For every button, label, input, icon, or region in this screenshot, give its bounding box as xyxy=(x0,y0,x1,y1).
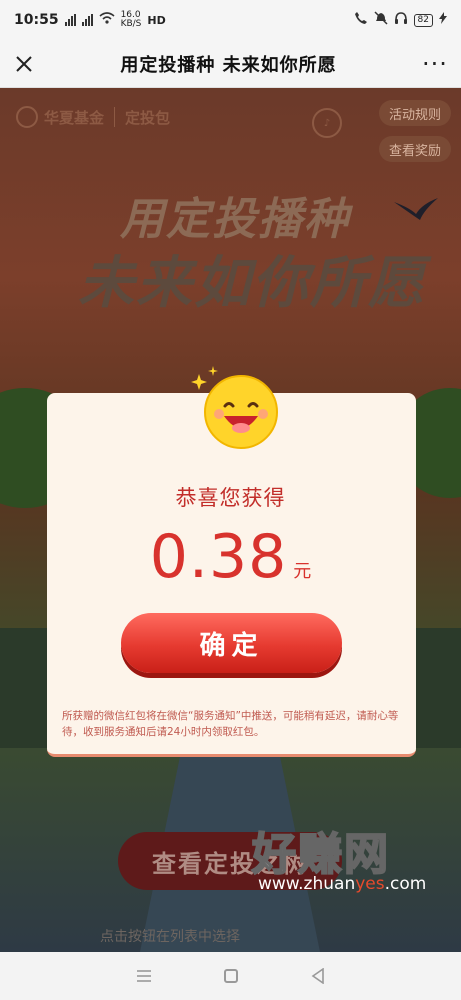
music-toggle-button[interactable]: ♪ xyxy=(312,108,342,138)
slogan-line-2: 未来如你所愿 xyxy=(78,251,426,316)
home-icon xyxy=(223,969,238,983)
brand-sub: 定投包 xyxy=(125,108,171,127)
brand-name: 华夏基金 xyxy=(44,108,105,127)
laughing-emoji-icon xyxy=(191,366,278,449)
amount-value: 0.38 xyxy=(149,522,288,592)
mute-icon xyxy=(374,11,388,29)
watermark-url: www.zhuanyes.com xyxy=(258,874,427,894)
music-icon: ♪ xyxy=(323,117,331,129)
system-nav-bar xyxy=(0,952,461,1000)
close-button[interactable] xyxy=(0,40,48,88)
page-title: 用定投播种 未来如你所愿 xyxy=(120,54,337,76)
hd-indicator: HD xyxy=(147,13,166,27)
signal-icon-2 xyxy=(81,14,93,26)
brand-logo-icon xyxy=(16,106,38,128)
hint-text: 点击按钮在列表中选择 xyxy=(100,929,240,945)
watermark-logo: 好赚网 xyxy=(251,828,390,881)
charging-icon xyxy=(439,12,447,28)
amount-unit: 元 xyxy=(293,561,312,582)
nav-bar: 用定投播种 未来如你所愿 ··· xyxy=(0,40,461,88)
net-speed: 16.0 KB/S xyxy=(120,10,142,29)
reward-amount: 0.38 元 xyxy=(0,522,461,592)
wifi-icon xyxy=(99,12,115,28)
notice-text: 所获赠的微信红包将在微信“服务通知”中推送，可能稍有延迟，请耐心等待，收到服务通… xyxy=(62,710,399,738)
close-icon xyxy=(16,55,32,72)
brand-divider xyxy=(114,107,116,127)
home-nav-button[interactable] xyxy=(221,966,241,986)
view-prize-button[interactable]: 查看奖励 xyxy=(378,136,451,162)
menu-nav-button[interactable] xyxy=(134,966,154,986)
confirm-button[interactable]: 确定 xyxy=(121,613,342,673)
headset-icon xyxy=(394,11,408,29)
status-bar: 10:55 16.0 KB/S HD 82 xyxy=(0,0,461,40)
swallow-bird-icon xyxy=(394,198,438,220)
menu-icon xyxy=(136,970,151,982)
more-icon: ··· xyxy=(422,49,448,78)
modal-title: 恭喜您获得 xyxy=(175,486,286,510)
rules-button[interactable]: 活动规则 xyxy=(378,100,451,126)
back-icon xyxy=(311,968,324,984)
battery-icon: 82 xyxy=(413,13,433,27)
more-button[interactable]: ··· xyxy=(409,40,461,88)
signal-icon xyxy=(64,14,76,26)
call-icon xyxy=(354,11,368,29)
back-nav-button[interactable] xyxy=(308,966,328,986)
brand-header: 华夏基金 定投包 xyxy=(16,106,170,128)
status-time: 10:55 xyxy=(14,12,59,28)
